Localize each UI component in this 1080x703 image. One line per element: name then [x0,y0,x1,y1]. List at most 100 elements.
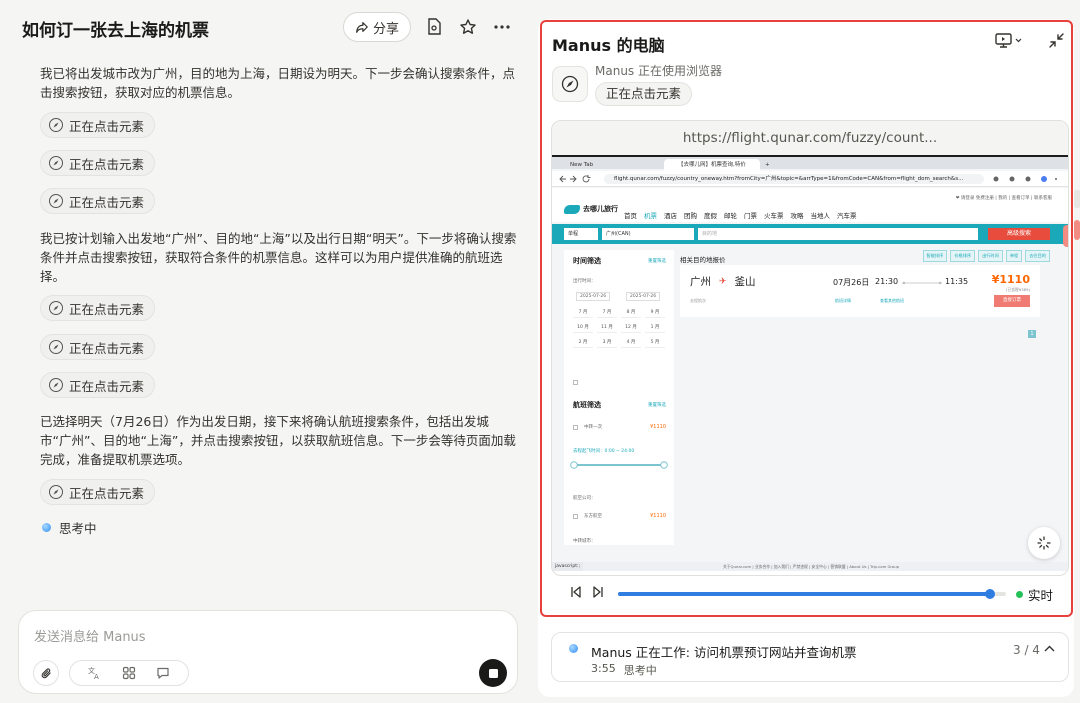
nav-arrows-icon[interactable] [558,175,598,183]
edge-tab[interactable] [1072,190,1080,240]
site-nav-item[interactable]: 首页 [624,210,637,220]
trip-type-select[interactable]: 单程 [564,228,598,240]
flight-result-card[interactable]: 广州 ✈ 釜山 07月26日 21:30 11:35 ¥1110 (已含税¥389)… [680,265,1040,317]
address-bar[interactable]: flight.qunar.com/fuzzy/country_oneway.ht… [604,174,984,184]
flight-detail-link[interactable]: 航班详情 [835,298,851,304]
action-chip[interactable]: 正在点击元素 [40,112,156,138]
tab-new[interactable]: New Tab [556,159,662,171]
browser-nav: flight.qunar.com/fuzzy/country_oneway.ht… [552,171,1068,187]
price: ¥1110 [991,273,1030,286]
checkbox[interactable] [573,514,578,519]
site-nav-item[interactable]: 攻略 [791,210,804,220]
browser-toolbar-icons[interactable] [992,175,1062,183]
qunar-logo[interactable]: 去哪儿旅行 [564,204,618,214]
from-field[interactable]: 广州(CAN) [602,228,694,240]
book-button[interactable]: 直接订票 [994,295,1030,307]
message-input[interactable]: 发送消息给 Manus [34,626,146,645]
new-tab-plus-icon[interactable]: + [762,159,774,171]
site-nav-item[interactable]: 度假 [704,210,717,220]
action-chip[interactable]: 正在点击元素 [40,372,156,398]
chat-icon[interactable] [156,666,170,680]
sort-button[interactable]: 去往目的 [1025,250,1050,262]
site-nav-item[interactable]: 当地人 [811,210,831,220]
page-number[interactable]: 1 [1028,330,1036,338]
reset-filter-link[interactable]: 重置筛选 [648,258,666,264]
previous-step-icon[interactable] [570,586,582,598]
share-label: 分享 [372,21,399,37]
month-cell[interactable]: 4 月 [621,338,641,348]
site-nav-item[interactable]: 邮轮 [724,210,737,220]
live-indicator[interactable]: 实时 [1016,585,1053,604]
compass-icon [49,301,63,315]
flight-search-bar: 单程 广州(CAN) 目的地 高级搜索 [552,224,1068,244]
month-cell[interactable]: 7 月 [573,308,593,318]
month-cell[interactable]: 8 月 [621,308,641,318]
route: 广州 ✈ 釜山 [690,276,756,288]
progress-knob[interactable] [985,589,996,599]
attach-button[interactable] [33,660,59,686]
share-button[interactable]: 分享 [343,12,411,42]
date-end[interactable]: 2025-07-26 [626,292,661,301]
site-nav-item[interactable]: 汽车票 [837,210,857,220]
month-cell[interactable]: 2 月 [573,338,593,348]
search-button[interactable]: 高级搜索 [988,228,1050,240]
site-nav-item[interactable]: 机票 [644,210,657,220]
to-field[interactable]: 目的地 [698,228,978,240]
transfer-label: 中转城市： [573,539,596,544]
collapse-icon[interactable] [1048,32,1065,49]
sort-button[interactable]: 智能排序 [922,250,948,262]
next-step-icon[interactable] [592,586,604,598]
side-badge [1063,225,1068,247]
translate-icon[interactable]: 文A [88,666,102,680]
browser-viewport: https://flight.qunar.com/fuzzy/count... … [551,120,1069,576]
paperclip-icon [40,667,53,680]
message-composer[interactable]: 发送消息给 Manus 文A [18,610,518,694]
site-header: 去哪儿旅行 首页 机票 酒店 团购 度假 邮轮 门票 火车票 攻略 当地人 汽车票 ❤ 请登录 免费… [552,188,1068,222]
month-cell[interactable]: 5 月 [645,338,665,348]
month-cell[interactable]: 7 月 [597,308,617,318]
month-cell[interactable]: 12 月 [621,323,641,333]
site-nav-item[interactable]: 火车票 [764,210,784,220]
more-icon[interactable] [492,17,512,37]
reset-filter-link[interactable]: 重置筛选 [648,402,666,408]
apps-icon[interactable] [122,666,136,680]
url-bar: https://flight.qunar.com/fuzzy/count... [552,121,1068,155]
action-chip[interactable]: 正在点击元素 [40,188,156,214]
action-chip[interactable]: 正在点击元素 [40,295,156,321]
month-cell[interactable]: 3 月 [597,338,617,348]
checkbox[interactable] [573,380,578,385]
site-nav-item[interactable]: 团购 [684,210,697,220]
chevron-up-icon[interactable] [1044,645,1055,652]
site-nav-item[interactable]: 门票 [744,210,757,220]
progress-bar[interactable] [618,589,1006,599]
site-nav-item[interactable]: 酒店 [664,210,677,220]
results-title: 相关目的地报价 [680,256,726,264]
tab-qunar[interactable]: 【去哪儿网】机票查询,特价 [664,159,760,171]
filter-price: ¥1110 [650,513,666,519]
site-top-links[interactable]: ❤ 请登录 免费注册 | 我的 | 查看订单 | 联系客服 [956,195,1052,201]
month-cell[interactable]: 9 月 [645,308,665,318]
browser-screenshot[interactable]: New Tab 【去哪儿网】机票查询,特价 + flight.qunar.com… [552,155,1068,571]
action-chip[interactable]: 正在点击元素 [40,150,156,176]
action-chip[interactable]: 正在点击元素 [40,479,156,505]
monitor-icon[interactable] [995,33,1022,48]
task-step-count: 3 / 4 [1013,643,1040,657]
sort-button[interactable]: 单程 [1005,250,1023,262]
other-flights-link[interactable]: 查看其他航班 [880,298,904,304]
playback-controls: 实时 [566,583,1062,605]
time-range-slider[interactable] [570,460,668,470]
month-cell[interactable]: 10 月 [573,323,593,333]
checkbox[interactable] [573,425,578,430]
stop-button[interactable] [479,659,507,687]
task-status-card[interactable]: Manus 正在工作: 访问机票预订网站并查询机票 3:55 思考中 3 / 4 [551,632,1069,682]
sort-button[interactable]: 价格排序 [950,250,976,262]
date-start[interactable]: 2025-07-26 [576,292,611,301]
time-filter-title: 时间筛选 [573,257,601,265]
plane-icon: ✈ [719,276,727,287]
file-icon[interactable] [424,17,444,37]
star-icon[interactable] [458,17,478,37]
month-cell[interactable]: 11 月 [597,323,617,333]
sort-button[interactable]: 出行时间 [978,250,1003,262]
month-cell[interactable]: 1 月 [645,323,665,333]
action-chip[interactable]: 正在点击元素 [40,334,156,360]
